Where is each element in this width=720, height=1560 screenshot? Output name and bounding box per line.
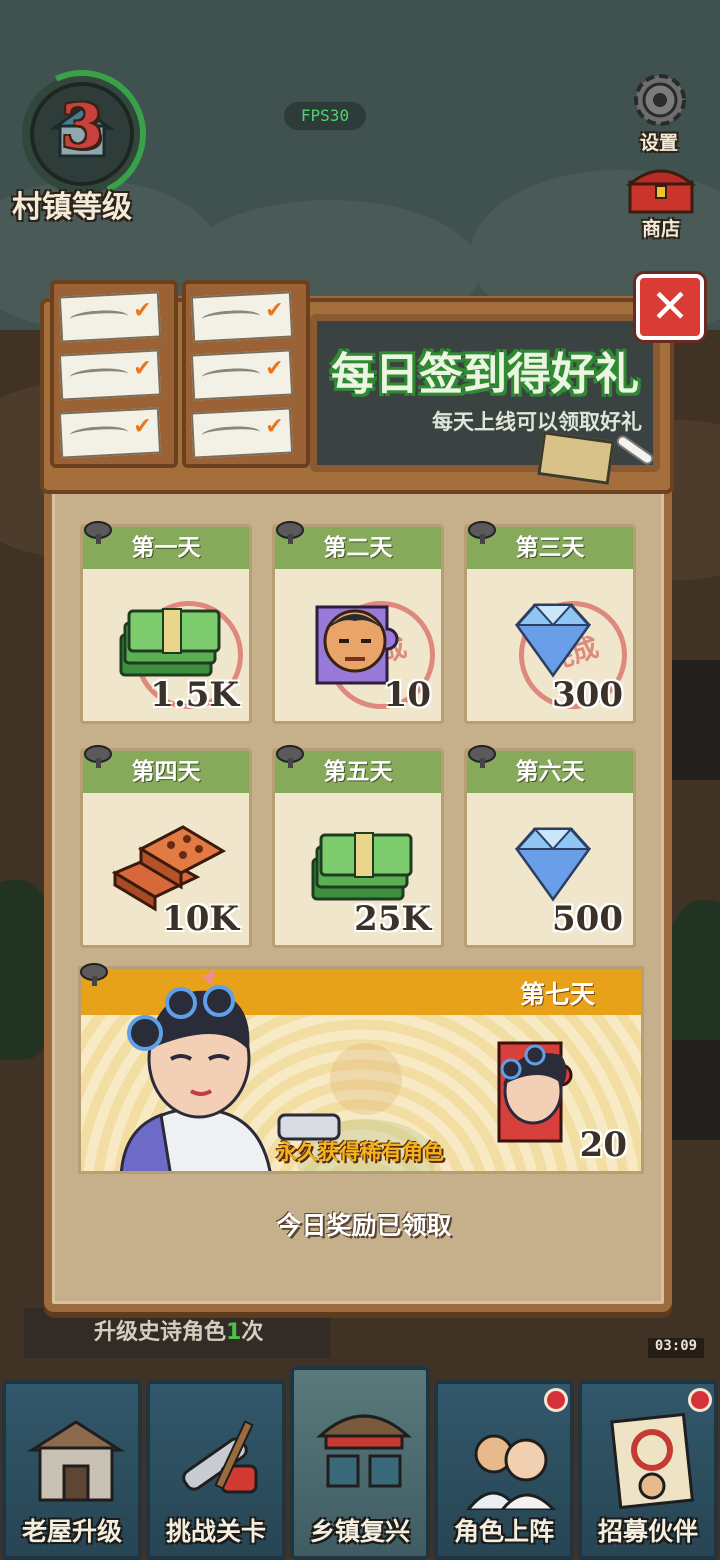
market-stall-icon	[316, 1414, 412, 1488]
close-button[interactable]: ✕	[636, 274, 704, 340]
nav-label: 乡镇复兴	[309, 1517, 410, 1546]
diamond-icon	[515, 603, 591, 678]
reward-amount: 500	[552, 899, 623, 939]
checklist-paper: ✔	[190, 407, 294, 459]
check-icon: ✔	[264, 355, 285, 382]
brick-icon	[111, 825, 227, 912]
check-icon: ✔	[264, 413, 285, 440]
day-card-2[interactable]: 第二天 完成 10	[272, 524, 444, 724]
checklist-paper: ✔	[58, 349, 162, 401]
task-banner[interactable]: 升级史诗角色1次	[24, 1308, 330, 1358]
village-level-badge[interactable]: 3	[22, 74, 142, 194]
check-icon: ✔	[264, 297, 285, 324]
notification-dot	[544, 1388, 568, 1412]
nav-label: 角色上阵	[453, 1517, 554, 1546]
reward-amount: 1.5K	[150, 675, 239, 715]
dialog-subtitle: 每天上线可以领取好礼	[432, 410, 642, 434]
old-house-icon	[26, 1420, 126, 1502]
nail-icon	[276, 745, 304, 768]
reward-amount: 10	[383, 675, 431, 715]
diamond-icon	[515, 827, 591, 902]
day-label: 第七天	[519, 980, 595, 1009]
nav-challenge-level[interactable]: 挑战关卡	[146, 1380, 286, 1560]
nav-old-house-upgrade[interactable]: 老屋升级	[2, 1380, 142, 1560]
checklist-board-right: ✔ ✔ ✔	[182, 280, 310, 468]
check-icon: ✔	[132, 355, 153, 382]
checklist-board-left: ✔ ✔ ✔	[50, 280, 178, 468]
bottom-nav: 老屋升级 挑战关卡 乡镇复兴 角色上阵 招募伙伴	[0, 1366, 720, 1560]
nav-label: 招募伙伴	[597, 1517, 698, 1546]
chainsaw-shovel-icon	[182, 1420, 258, 1494]
cash-icon	[311, 832, 413, 901]
reward-amount: 20	[579, 1125, 627, 1165]
check-icon: ✔	[132, 413, 153, 440]
characters-icon	[466, 1434, 557, 1510]
day-card-4[interactable]: 第四天 10K	[80, 748, 252, 948]
day-card-6[interactable]: 第六天 500	[464, 748, 636, 948]
nail-icon	[84, 745, 112, 768]
nav-town-revival[interactable]: 乡镇复兴	[290, 1366, 430, 1560]
rare-character-caption: 永久获得稀有角色	[276, 1140, 444, 1164]
treasure-chest-icon	[626, 169, 696, 214]
checklist-paper: ✔	[58, 291, 162, 343]
claim-status[interactable]: 今日奖励已领取	[44, 1206, 684, 1242]
check-icon: ✔	[132, 297, 153, 324]
gear-icon	[634, 74, 686, 126]
village-level-label: 村镇等级	[12, 190, 132, 225]
recruit-poster-icon	[610, 1412, 695, 1510]
shop-label: 商店	[642, 218, 681, 240]
reward-amount: 10K	[162, 899, 239, 939]
dialog-title: 每日签到得好礼	[331, 349, 639, 400]
nail-icon	[80, 963, 108, 986]
event-timer: 03:09	[648, 1338, 704, 1358]
task-unit: 次	[241, 1320, 264, 1345]
character-fragment-icon	[315, 605, 399, 685]
reward-amount: 300	[552, 675, 623, 715]
task-count: 1	[226, 1320, 242, 1345]
nav-deploy-characters[interactable]: 角色上阵	[434, 1380, 574, 1560]
fps-counter: FPS30	[284, 102, 366, 130]
notification-dot	[688, 1388, 712, 1412]
day-card-5[interactable]: 第五天 25K	[272, 748, 444, 948]
reward-amount: 25K	[354, 899, 431, 939]
settings-label: 设置	[640, 132, 679, 154]
rare-character-portrait	[119, 969, 272, 1171]
nail-icon	[84, 521, 112, 544]
house-icon	[50, 106, 114, 158]
nav-label: 挑战关卡	[165, 1517, 266, 1546]
nav-recruit-partners[interactable]: 招募伙伴	[578, 1380, 718, 1560]
day-card-3[interactable]: 第三天 完成 300	[464, 524, 636, 724]
day-card-1[interactable]: 第一天 完成 1.5K	[80, 524, 252, 724]
checklist-paper: ✔	[190, 291, 294, 343]
checklist-paper: ✔	[58, 407, 162, 459]
nail-icon	[468, 745, 496, 768]
checklist-paper: ✔	[190, 349, 294, 401]
nav-label: 老屋升级	[21, 1517, 122, 1546]
nail-icon	[276, 521, 304, 544]
nail-icon	[468, 521, 496, 544]
rare-character-fragment-icon	[497, 1041, 573, 1143]
cash-icon	[119, 608, 221, 677]
task-text: 升级史诗角色	[94, 1320, 227, 1345]
village-level-number: 3	[61, 92, 103, 162]
